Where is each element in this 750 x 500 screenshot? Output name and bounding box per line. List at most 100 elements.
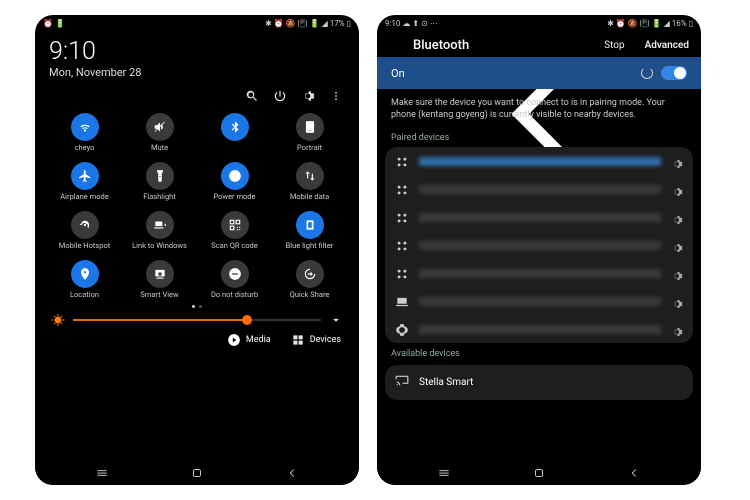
device-name-blurred	[419, 213, 661, 222]
mute-icon	[146, 113, 174, 141]
pager	[35, 302, 359, 311]
pager-dot[interactable]	[199, 305, 202, 308]
tile-label: cheyo	[75, 144, 95, 152]
tile-dnd[interactable]: Do not disturb	[197, 260, 272, 299]
device-name-blurred	[419, 157, 661, 166]
gear-icon[interactable]	[671, 155, 683, 167]
paired-device-row[interactable]	[385, 259, 693, 287]
gear-icon[interactable]	[671, 323, 683, 335]
tile-wifi[interactable]: cheyo	[47, 113, 122, 152]
paired-device-row[interactable]	[385, 203, 693, 231]
bluetooth-header: Bluetooth Stop Advanced	[377, 32, 701, 57]
available-device-name: Stella Smart	[419, 377, 473, 388]
tile-label: Link to Windows	[132, 242, 187, 250]
tile-airplane[interactable]: Airplane mode	[47, 162, 122, 201]
tile-power[interactable]: Power mode	[197, 162, 272, 201]
bluetooth-toggle-bar[interactable]: On	[377, 57, 701, 89]
tile-label: Blue light filter	[286, 242, 334, 250]
grid-icon	[395, 182, 409, 196]
nav-back[interactable]	[627, 465, 641, 484]
media-devices-row: Media Devices	[35, 331, 359, 351]
qr-icon	[221, 211, 249, 239]
tile-location[interactable]: Location	[47, 260, 122, 299]
more-icon[interactable]	[329, 89, 343, 103]
tile-hotspot[interactable]: Mobile Hotspot	[47, 211, 122, 250]
grid-icon	[291, 333, 305, 347]
gear-icon[interactable]	[671, 211, 683, 223]
brightness-icon	[51, 313, 65, 327]
quickshare-icon	[296, 260, 324, 288]
gear-icon[interactable]	[671, 295, 683, 307]
gear-icon[interactable]	[671, 183, 683, 195]
status-right: ✱ ⏰ 🔕 📳 🔋 ◢ 16% ▯	[607, 19, 693, 28]
paired-device-row[interactable]	[385, 315, 693, 343]
nav-home[interactable]	[532, 465, 546, 484]
smartview-icon	[146, 260, 174, 288]
status-right: ✱ ⏰ 🔕 📳 🔋 ◢ 17% ▯	[265, 19, 351, 28]
status-bar: 9:10 ☁ ⬆ ⊙ ⋯ ✱ ⏰ 🔕 📳 🔋 ◢ 16% ▯	[377, 15, 701, 32]
gear-icon[interactable]	[671, 267, 683, 279]
location-icon	[71, 260, 99, 288]
media-label: Media	[246, 335, 271, 345]
paired-device-row[interactable]	[385, 147, 693, 175]
bluetooth-screen: 9:10 ☁ ⬆ ⊙ ⋯ ✱ ⏰ 🔕 📳 🔋 ◢ 16% ▯ Bluetooth…	[377, 15, 701, 485]
bluetooth-switch[interactable]	[661, 66, 687, 80]
status-left: ⏰ 🔋	[43, 19, 65, 28]
tile-blf[interactable]: Blue light filter	[272, 211, 347, 250]
paired-device-row[interactable]	[385, 231, 693, 259]
hotspot-icon	[71, 211, 99, 239]
power-icon[interactable]	[273, 89, 287, 103]
quick-tiles-grid: cheyo Mute Portrait Airplane mode Flashlight…	[35, 109, 359, 302]
tile-label: Quick Share	[290, 291, 330, 299]
paired-device-row[interactable]	[385, 287, 693, 315]
link-icon	[146, 211, 174, 239]
gear-icon[interactable]	[671, 239, 683, 251]
tile-portrait[interactable]: Portrait	[272, 113, 347, 152]
pager-dot[interactable]	[192, 305, 195, 308]
device-name-blurred	[419, 241, 661, 250]
tile-bluetooth[interactable]	[197, 113, 272, 152]
device-name-blurred	[419, 269, 661, 278]
tile-smartview[interactable]: Smart View	[122, 260, 197, 299]
tile-label: Airplane mode	[60, 193, 108, 201]
media-button[interactable]: Media	[227, 333, 271, 347]
paired-devices-list	[385, 147, 693, 343]
power-icon	[221, 162, 249, 190]
devices-button[interactable]: Devices	[291, 333, 341, 347]
tile-label: Mobile data	[290, 193, 329, 201]
scanning-spinner	[641, 67, 653, 79]
clock-time: 9:10	[49, 38, 345, 66]
wifi-icon	[71, 113, 99, 141]
nav-recents[interactable]	[95, 465, 109, 484]
nav-recents[interactable]	[437, 465, 451, 484]
tile-mute[interactable]: Mute	[122, 113, 197, 152]
nav-home[interactable]	[190, 465, 204, 484]
navbar	[35, 463, 359, 485]
tile-label: Mute	[151, 144, 168, 152]
available-device-row[interactable]: Stella Smart	[385, 365, 693, 400]
tile-label: Portrait	[297, 144, 322, 152]
play-icon	[227, 333, 241, 347]
chevron-down-icon[interactable]	[329, 313, 343, 327]
settings-icon[interactable]	[301, 89, 315, 103]
tile-qr[interactable]: Scan QR code	[197, 211, 272, 250]
blf-icon	[296, 211, 324, 239]
search-icon[interactable]	[245, 89, 259, 103]
portrait-icon	[296, 113, 324, 141]
paired-section-label: Paired devices	[377, 129, 701, 145]
tile-quickshare[interactable]: Quick Share	[272, 260, 347, 299]
brightness-track[interactable]	[73, 319, 321, 321]
brightness-slider[interactable]	[35, 311, 359, 331]
tile-link[interactable]: Link to Windows	[122, 211, 197, 250]
paired-device-row[interactable]	[385, 175, 693, 203]
advanced-button[interactable]: Advanced	[645, 40, 689, 51]
stop-button[interactable]: Stop	[604, 40, 624, 51]
tile-flashlight[interactable]: Flashlight	[122, 162, 197, 201]
back-icon[interactable]	[389, 39, 403, 53]
nav-back[interactable]	[285, 465, 299, 484]
status-bar: ⏰ 🔋 ✱ ⏰ 🔕 📳 🔋 ◢ 17% ▯	[35, 15, 359, 32]
visibility-hint: Make sure the device you want to connect…	[377, 89, 701, 129]
devices-label: Devices	[310, 335, 341, 345]
dnd-icon	[221, 260, 249, 288]
tile-mobiledata[interactable]: Mobile data	[272, 162, 347, 201]
